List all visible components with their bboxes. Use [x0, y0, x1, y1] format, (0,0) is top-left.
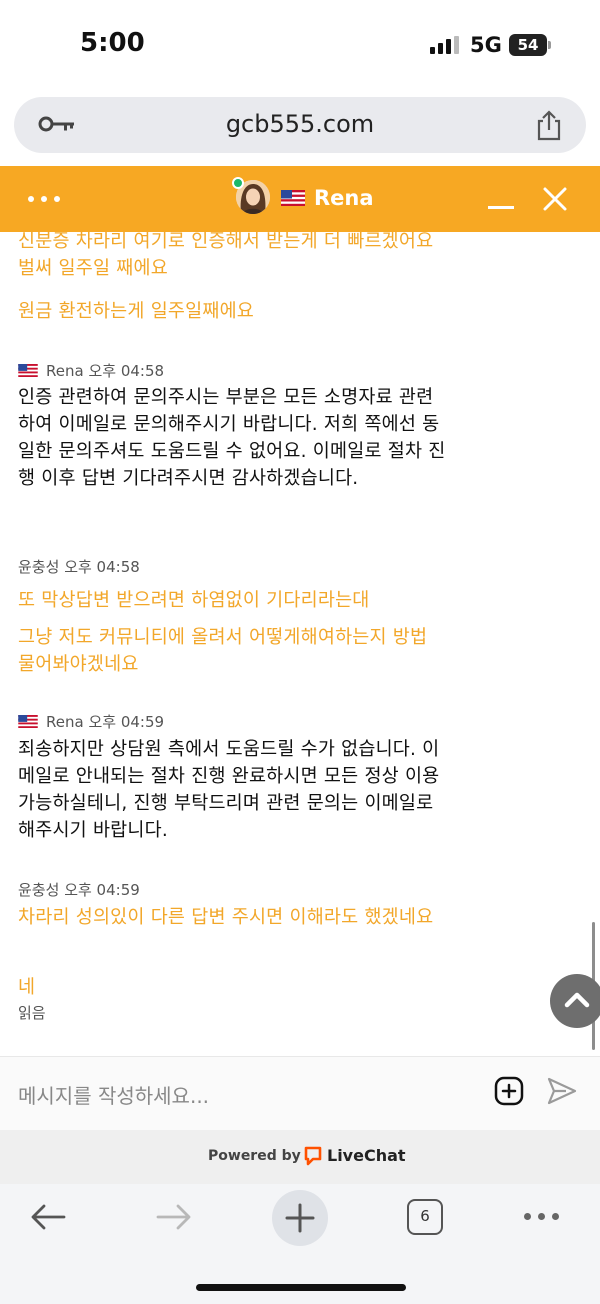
- user-message: 네: [18, 977, 36, 998]
- battery-cap: [548, 41, 551, 49]
- scroll-to-top-button[interactable]: [550, 974, 600, 1028]
- message-meta: 윤충성 오후 04:58: [18, 556, 140, 577]
- user-message: 신분증 차라리 여기로 인증해서 받는게 더 빠르겠어요 벌써 일주일 째에요: [18, 232, 434, 279]
- us-flag-icon: [281, 190, 305, 206]
- close-icon[interactable]: [540, 184, 570, 214]
- agent-message: 죄송하지만 상담원 측에서 도움드릴 수가 없습니다. 이메일로 안내되는 절차…: [18, 739, 440, 841]
- sender-name: 윤충성: [18, 558, 60, 576]
- message-time: 오후 04:59: [88, 713, 165, 731]
- home-indicator: [196, 1284, 406, 1291]
- new-tab-button[interactable]: [272, 1190, 328, 1246]
- message-meta: Rena 오후 04:58: [18, 360, 164, 381]
- url-text[interactable]: gcb555.com: [14, 110, 586, 138]
- online-status-dot: [232, 177, 244, 189]
- user-message: 원금 환전하는게 일주일째에요: [18, 301, 255, 322]
- share-icon[interactable]: [534, 109, 564, 141]
- livechat-brand: LiveChat: [327, 1146, 406, 1165]
- sender-name: Rena: [46, 362, 84, 380]
- message-meta: 윤충성 오후 04:59: [18, 879, 140, 900]
- message-time: 오후 04:58: [88, 362, 165, 380]
- powered-by-footer[interactable]: Powered by LiveChat: [0, 1130, 600, 1184]
- more-dots-icon[interactable]: [522, 1210, 562, 1224]
- agent-message: 인증 관련하여 문의주시는 부분은 모든 소명자료 관련하여 이메일로 문의해주…: [18, 387, 446, 489]
- message-time: 오후 04:58: [64, 558, 140, 576]
- attach-icon[interactable]: [494, 1076, 524, 1106]
- agent-name: Rena: [314, 186, 374, 210]
- message-input[interactable]: 메시지를 작성하세요...: [18, 1080, 209, 1109]
- send-icon[interactable]: [546, 1076, 578, 1106]
- sender-name: 윤충성: [18, 881, 60, 899]
- browser-toolbar: 6: [0, 1184, 600, 1304]
- us-flag-icon: [18, 364, 38, 377]
- status-bar: 5:00 5G 54: [0, 0, 600, 90]
- powered-by-label: Powered by: [208, 1148, 301, 1164]
- status-time: 5:00: [80, 28, 145, 58]
- network-label: 5G: [470, 33, 502, 57]
- tabs-icon[interactable]: 6: [407, 1199, 443, 1235]
- battery-icon: 54: [509, 34, 547, 56]
- chevron-up-icon: [564, 992, 590, 1008]
- message-time: 오후 04:59: [64, 881, 140, 899]
- signal-icon: [430, 36, 460, 54]
- user-message: 그냥 저도 커뮤니티에 올려서 어떻게해여하는지 방법 물어봐야겠네요: [18, 627, 428, 675]
- read-receipt: 읽음: [18, 1004, 46, 1022]
- address-bar[interactable]: gcb555.com: [14, 97, 586, 153]
- back-arrow-icon[interactable]: [28, 1202, 68, 1232]
- minimize-icon[interactable]: [486, 184, 516, 214]
- user-message: 차라리 성의있이 다른 답변 주시면 이해라도 했겠네요: [18, 907, 434, 928]
- chat-header: Rena: [0, 166, 600, 232]
- user-message: 또 막상답변 받으려면 하염없이 기다리라는대: [18, 590, 370, 611]
- more-dots-icon[interactable]: [26, 184, 66, 210]
- message-meta: Rena 오후 04:59: [18, 711, 164, 732]
- message-list[interactable]: 신분증 차라리 여기로 인증해서 받는게 더 빠르겠어요 벌써 일주일 째에요 …: [0, 232, 600, 1054]
- message-composer[interactable]: 메시지를 작성하세요...: [0, 1056, 600, 1130]
- forward-arrow-icon[interactable]: [154, 1202, 194, 1232]
- us-flag-icon: [18, 715, 38, 728]
- livechat-logo-icon: [304, 1146, 322, 1166]
- sender-name: Rena: [46, 713, 84, 731]
- plus-icon: [285, 1203, 315, 1233]
